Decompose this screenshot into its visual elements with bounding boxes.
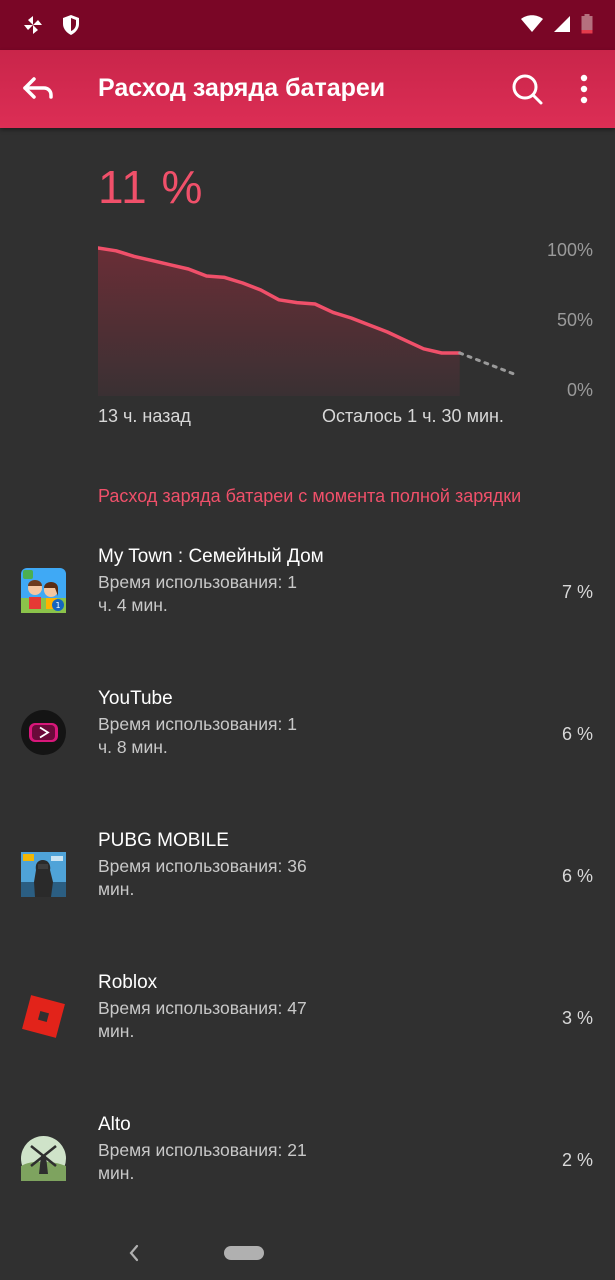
app-name: Alto bbox=[98, 1114, 131, 1135]
y-tick-label-50: 50% bbox=[556, 310, 593, 330]
pubg-app-icon bbox=[21, 852, 66, 897]
battery-usage-chart bbox=[98, 246, 516, 396]
list-item-roblox[interactable]: Roblox Время использования: 47 мин. 3 % bbox=[0, 956, 615, 1098]
app-usage: Время использования: 21 мин. bbox=[98, 1140, 307, 1183]
chart-projection-line bbox=[458, 351, 516, 376]
app-percent: 6 % bbox=[561, 866, 593, 886]
nav-home-pill[interactable] bbox=[224, 1246, 264, 1260]
app-usage: Время использования: 1 ч. 4 мин. bbox=[98, 572, 297, 615]
y-tick-label-100: 100% bbox=[546, 240, 593, 260]
list-item-youtube[interactable]: YouTube Время использования: 1 ч. 8 мин.… bbox=[0, 672, 615, 814]
x-label-start: 13 ч. назад bbox=[98, 406, 191, 426]
app-name: YouTube bbox=[98, 688, 173, 709]
app-name: Roblox bbox=[98, 972, 158, 993]
signal-icon bbox=[554, 16, 570, 32]
back-arrow-icon[interactable] bbox=[20, 73, 56, 105]
battery-low-icon bbox=[581, 14, 593, 34]
list-item-alto[interactable]: Alto Время использования: 21 мин. 2 % bbox=[0, 1098, 615, 1240]
y-tick-label-0: 0% bbox=[566, 380, 593, 400]
wifi-icon bbox=[521, 15, 543, 32]
app-bar: Расход заряда батареи bbox=[0, 50, 615, 128]
alto-app-icon bbox=[21, 1136, 66, 1181]
search-icon[interactable] bbox=[510, 72, 544, 106]
app-percent: 3 % bbox=[561, 1008, 593, 1028]
youtube-app-icon bbox=[21, 710, 66, 755]
list-item-my-town[interactable]: 1 My Town : Семейный Дом Время использов… bbox=[0, 530, 615, 672]
app-usage: Время использования: 1 ч. 8 мин. bbox=[98, 714, 297, 757]
svg-text:1: 1 bbox=[55, 601, 60, 610]
app-name: PUBG MOBILE bbox=[98, 830, 229, 851]
page-title: Расход заряда батареи bbox=[98, 74, 386, 102]
my-town-app-icon: 1 bbox=[21, 568, 66, 613]
nav-back-icon[interactable] bbox=[124, 1240, 144, 1266]
app-name: My Town : Семейный Дом bbox=[98, 546, 324, 567]
chart-area-fill bbox=[98, 248, 460, 396]
section-header: Расход заряда батареи с момента полной з… bbox=[98, 486, 522, 506]
battery-percent: 11 % bbox=[98, 161, 204, 213]
app-percent: 7 % bbox=[561, 582, 593, 602]
status-bar bbox=[0, 0, 615, 50]
list-item-pubg[interactable]: PUBG MOBILE Время использования: 36 мин.… bbox=[0, 814, 615, 956]
app-usage: Время использования: 36 мин. bbox=[98, 856, 307, 899]
app-percent: 2 % bbox=[561, 1150, 593, 1170]
pinwheel-icon bbox=[24, 16, 42, 34]
x-label-end: Осталось 1 ч. 30 мин. bbox=[322, 406, 504, 426]
more-vert-icon[interactable] bbox=[574, 72, 594, 106]
shield-icon bbox=[63, 15, 79, 35]
roblox-app-icon bbox=[22, 995, 65, 1038]
app-usage: Время использования: 47 мин. bbox=[98, 998, 307, 1041]
app-percent: 6 % bbox=[561, 724, 593, 744]
